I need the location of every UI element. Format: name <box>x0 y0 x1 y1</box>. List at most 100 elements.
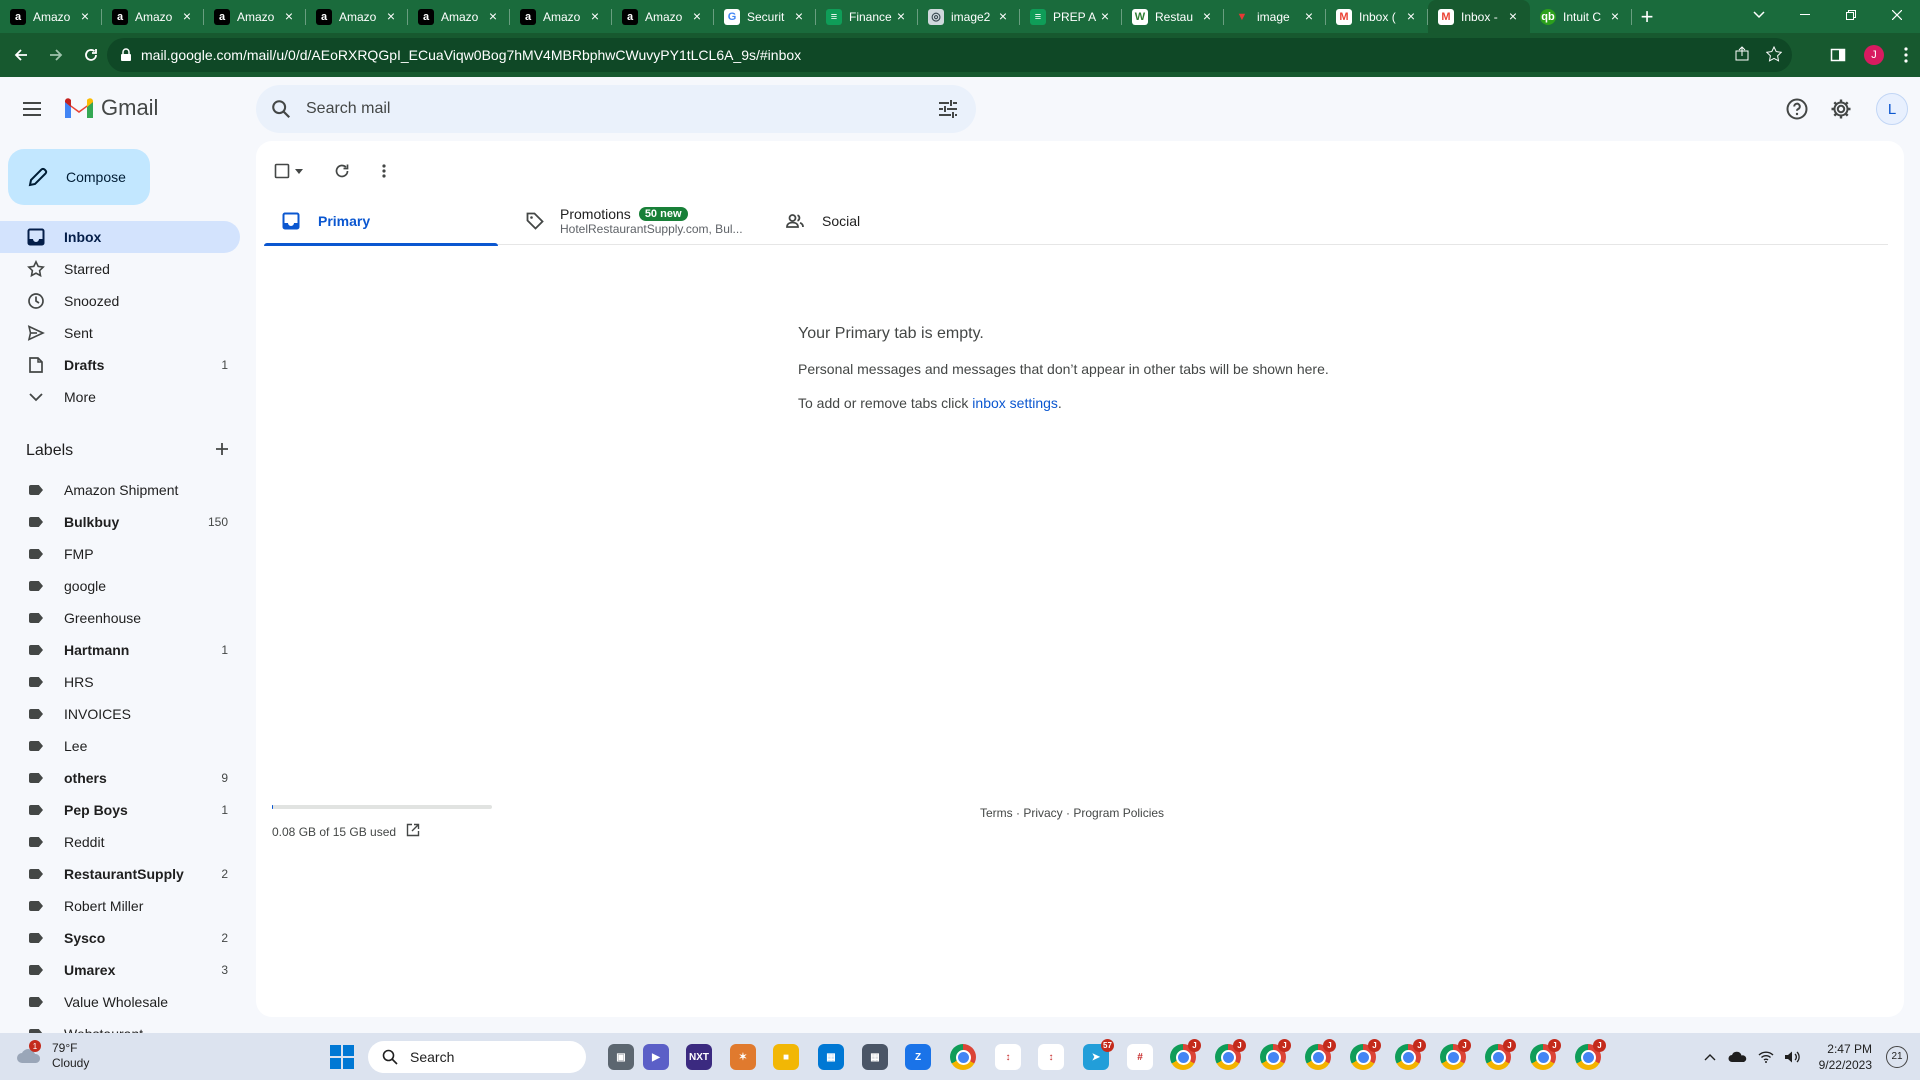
label-item[interactable]: Greenhouse <box>0 602 240 634</box>
label-item[interactable]: RestaurantSupply 2 <box>0 858 240 890</box>
browser-tab[interactable]: ≡ PREP A × <box>1020 0 1122 33</box>
close-tab-icon[interactable]: × <box>588 9 602 23</box>
chrome-icon[interactable] <box>950 1044 976 1070</box>
label-item[interactable]: Sysco 2 <box>0 922 240 954</box>
chrome-icon[interactable]: J <box>1530 1039 1561 1070</box>
search-input[interactable] <box>306 100 906 118</box>
gmail-logo[interactable]: Gmail <box>63 95 158 121</box>
browser-tab[interactable]: a Amazo × <box>0 0 102 33</box>
close-tab-icon[interactable]: × <box>1302 9 1316 23</box>
share-icon[interactable] <box>1734 45 1750 65</box>
refresh-icon[interactable] <box>332 161 352 181</box>
forward-button[interactable] <box>42 41 70 69</box>
chrome-icon[interactable]: J <box>1395 1039 1426 1070</box>
copilot-icon[interactable]: ✶ <box>730 1044 756 1070</box>
help-icon[interactable] <box>1785 97 1809 121</box>
telegram-icon[interactable]: ➤ 57 <box>1083 1039 1114 1070</box>
main-menu-icon[interactable] <box>20 97 44 121</box>
inbox-settings-link[interactable]: inbox settings <box>972 395 1058 411</box>
next-icon[interactable]: NXT <box>686 1044 712 1070</box>
reload-button[interactable] <box>77 41 105 69</box>
label-item[interactable]: Amazon Shipment <box>0 474 240 506</box>
chrome-icon[interactable]: J <box>1440 1039 1471 1070</box>
close-tab-icon[interactable]: × <box>180 9 194 23</box>
weather-widget[interactable]: 1 79°F Cloudy <box>16 1040 89 1071</box>
close-tab-icon[interactable]: × <box>690 9 704 23</box>
label-item[interactable]: others 9 <box>0 762 240 794</box>
notification-count[interactable]: 21 <box>1886 1045 1908 1068</box>
close-tab-icon[interactable]: × <box>792 9 806 23</box>
close-tab-icon[interactable]: × <box>894 9 908 23</box>
terms-link[interactable]: Terms <box>980 806 1013 820</box>
privacy-link[interactable]: Privacy <box>1023 806 1062 820</box>
program-policies-link[interactable]: Program Policies <box>1073 806 1164 820</box>
add-label-icon[interactable] <box>214 441 230 462</box>
label-item[interactable]: Bulkbuy 150 <box>0 506 240 538</box>
label-item[interactable]: Reddit <box>0 826 240 858</box>
label-item[interactable]: google <box>0 570 240 602</box>
close-tab-icon[interactable]: × <box>282 9 296 23</box>
sidebar-item-starred[interactable]: Starred <box>0 253 240 285</box>
label-item[interactable]: Lee <box>0 730 240 762</box>
profile-avatar[interactable]: J <box>1856 45 1892 65</box>
charts-icon[interactable]: ↕ <box>995 1044 1021 1070</box>
open-in-new-icon[interactable] <box>406 823 420 840</box>
chrome-icon[interactable]: J <box>1350 1039 1381 1070</box>
chevron-up-icon[interactable] <box>1697 1053 1723 1061</box>
compose-button[interactable]: Compose <box>8 149 150 205</box>
chrome-icon[interactable]: J <box>1215 1039 1246 1070</box>
back-button[interactable] <box>7 41 35 69</box>
browser-tab[interactable]: W Restau × <box>1122 0 1224 33</box>
close-tab-icon[interactable]: × <box>384 9 398 23</box>
sidebar-item-more[interactable]: More <box>0 381 240 413</box>
close-tab-icon[interactable]: × <box>1506 9 1520 23</box>
browser-tab[interactable]: qb Intuit C × <box>1530 0 1632 33</box>
minimize-button[interactable] <box>1782 0 1828 30</box>
close-tab-icon[interactable]: × <box>78 9 92 23</box>
select-all-checkbox[interactable] <box>272 161 292 181</box>
sidebar-item-drafts[interactable]: Drafts 1 <box>0 349 240 381</box>
browser-tab[interactable]: a Amazo × <box>204 0 306 33</box>
sidebar-item-snoozed[interactable]: Snoozed <box>0 285 240 317</box>
browser-tab[interactable]: a Amazo × <box>408 0 510 33</box>
stocks-icon[interactable]: ↕ <box>1038 1044 1064 1070</box>
sidebar-item-inbox[interactable]: Inbox <box>0 221 240 253</box>
windows-start-button[interactable] <box>330 1045 354 1069</box>
label-item[interactable]: Robert Miller <box>0 890 240 922</box>
settings-gear-icon[interactable] <box>1829 97 1853 121</box>
tab-promotions[interactable]: Promotions 50 new HotelRestaurantSupply.… <box>526 197 760 245</box>
sidebar-item-sent[interactable]: Sent <box>0 317 240 349</box>
close-tab-icon[interactable]: × <box>1098 9 1112 23</box>
bookmark-star-icon[interactable] <box>1765 45 1783 65</box>
browser-tab[interactable]: M Inbox - × <box>1428 0 1530 33</box>
chrome-icon[interactable]: J <box>1260 1039 1291 1070</box>
label-item[interactable]: FMP <box>0 538 240 570</box>
side-panel-icon[interactable] <box>1820 47 1856 63</box>
calculator-icon[interactable]: ▦ <box>862 1044 888 1070</box>
close-tab-icon[interactable]: × <box>996 9 1010 23</box>
chrome-icon[interactable]: J <box>1575 1039 1606 1070</box>
close-tab-icon[interactable]: × <box>1608 9 1622 23</box>
file-explorer-icon[interactable]: ■ <box>773 1044 799 1070</box>
search-bar[interactable] <box>256 85 976 133</box>
onedrive-cloud-icon[interactable] <box>1723 1051 1753 1063</box>
close-tab-icon[interactable]: × <box>1404 9 1418 23</box>
chrome-icon[interactable]: J <box>1305 1039 1336 1070</box>
select-dropdown-icon[interactable] <box>292 161 306 181</box>
slack-icon[interactable]: # <box>1127 1044 1153 1070</box>
chrome-icon[interactable]: J <box>1485 1039 1516 1070</box>
label-item[interactable]: Umarex 3 <box>0 954 240 986</box>
close-window-button[interactable] <box>1874 0 1920 30</box>
label-item[interactable]: Value Wholesale <box>0 986 240 1018</box>
browser-tab[interactable]: a Amazo × <box>612 0 714 33</box>
meet-icon[interactable]: ▶ <box>643 1044 669 1070</box>
browser-tab[interactable]: a Amazo × <box>510 0 612 33</box>
browser-tab[interactable]: G Securit × <box>714 0 816 33</box>
more-options-icon[interactable] <box>374 161 394 181</box>
account-avatar[interactable]: L <box>1876 93 1908 125</box>
zoom-icon[interactable]: Z <box>905 1044 931 1070</box>
chrome-icon[interactable]: J <box>1170 1039 1201 1070</box>
label-item[interactable]: Pep Boys 1 <box>0 794 240 826</box>
volume-icon[interactable] <box>1779 1050 1805 1064</box>
search-options-icon[interactable] <box>936 97 960 121</box>
